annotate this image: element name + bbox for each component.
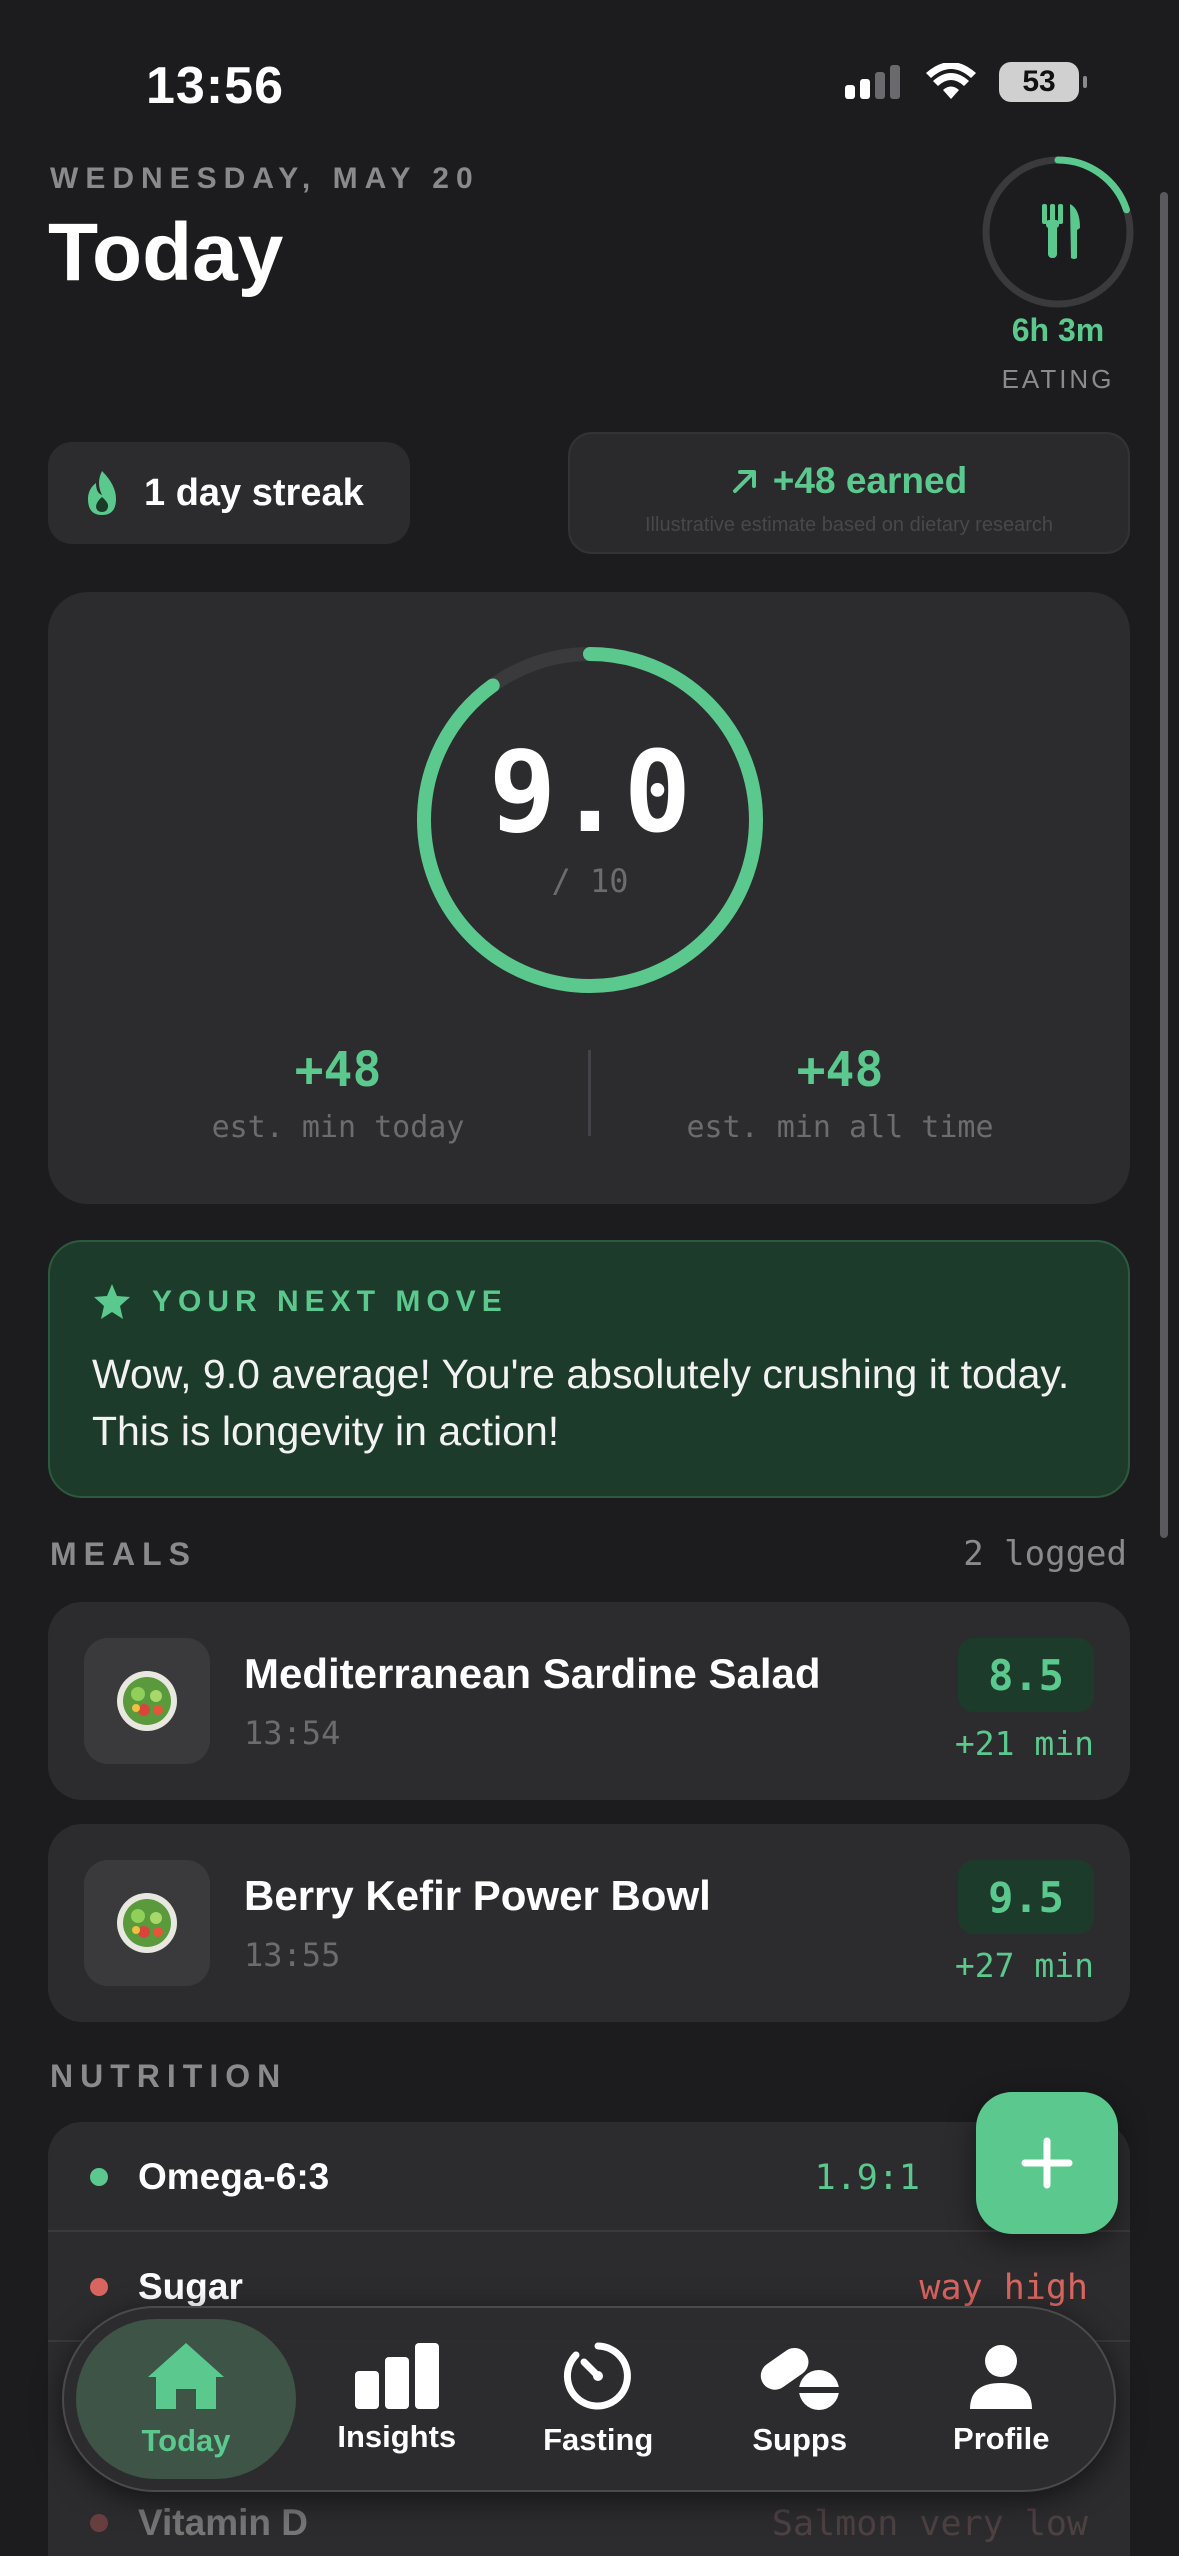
nutrient-value: 1.9:1 [814,2158,920,2198]
streak-label: 1 day streak [144,471,364,514]
eating-timer-label: EATING [1001,364,1115,394]
nutrient-value: way high [919,2268,1088,2308]
next-move-text: Wow, 9.0 average! You're absolutely crus… [92,1351,1070,1454]
status-dot [90,2168,108,2186]
meal-name: Berry Kefir Power Bowl [244,1872,711,1919]
tab-supps[interactable]: Supps [699,2319,901,2479]
plus-icon [1021,2137,1073,2189]
tab-label: Supps [752,2422,848,2457]
status-dot [90,2278,108,2296]
next-move-heading: YOUR NEXT MOVE [92,1282,508,1322]
stat-today-label: est. min today [211,1110,465,1145]
next-move-heading-text: YOUR NEXT MOVE [152,1285,508,1318]
nutrient-name: Omega-6:3 [138,2156,330,2197]
wifi-icon [926,63,976,99]
timer-icon [564,2342,632,2410]
status-time: 13:56 [146,57,284,115]
nutrient-value: Salmon very low [771,2504,1088,2544]
nutrition-section-label: NUTRITION [50,2058,288,2094]
bar-chart-icon [354,2343,439,2409]
meals-count: 2 logged [963,1534,1127,1574]
stat-alltime-label: est. min all time [686,1110,994,1145]
nutrient-name: Sugar [138,2266,243,2307]
meal-score-badge: 9.5 [958,1860,1094,1934]
tab-label: Today [141,2423,231,2458]
cellular-signal-icon [845,65,900,99]
meal-name: Mediterranean Sardine Salad [244,1650,821,1697]
page-title: Today [48,207,284,298]
date-label: WEDNESDAY, MAY 20 [50,162,480,195]
salad-bowl-icon [84,1860,210,1986]
tab-label: Fasting [543,2422,654,2457]
meal-time: 13:55 [244,1936,341,1974]
earned-note: Illustrative estimate based on dietary r… [645,514,1053,536]
nutrient-name: Vitamin D [138,2502,308,2543]
eating-timer-ring[interactable] [980,154,1136,310]
meal-time: 13:54 [244,1714,341,1752]
flame-icon [88,471,116,515]
meal-minutes: +21 min [954,1724,1094,1763]
earned-badge[interactable]: +48 earned Illustrative estimate based o… [568,432,1130,554]
nutrition-row[interactable]: Omega-6:3 1.9:1 [48,2122,1130,2232]
meals-section-label: MEALS [50,1536,197,1572]
score-value: 9.0 [488,728,692,858]
home-icon [148,2343,224,2409]
stat-today-value: +48 [294,1042,382,1098]
stat-divider [588,1050,591,1136]
tab-fasting[interactable]: Fasting [498,2319,700,2479]
meal-score-badge: 8.5 [958,1638,1094,1712]
person-icon [970,2345,1033,2409]
stat-alltime-value: +48 [796,1042,884,1098]
arrow-up-right-icon [732,470,756,493]
meal-card[interactable]: Mediterranean Sardine Salad 13:54 8.5 +2… [48,1602,1130,1800]
meal-minutes: +27 min [954,1946,1094,1985]
status-icons: 53 [845,62,1087,102]
scrollbar[interactable] [1160,192,1168,1538]
eating-timer-time: 6h 3m [1011,312,1105,348]
tab-today[interactable]: Today [76,2319,296,2479]
status-dot [90,2514,108,2532]
fork-knife-icon [1042,204,1080,259]
tab-label: Profile [953,2421,1050,2456]
pill-icon [760,2347,839,2410]
score-max: / 10 [551,862,629,900]
tab-insights[interactable]: Insights [296,2319,498,2479]
streak-badge[interactable]: 1 day streak [48,442,410,544]
tab-bar: Today Insights Fasting Supps Profile [62,2306,1116,2492]
tab-label: Insights [337,2419,457,2454]
earned-label: +48 earned [772,460,968,501]
meal-card[interactable]: Berry Kefir Power Bowl 13:55 9.5 +27 min [48,1824,1130,2022]
battery-indicator: 53 [999,62,1087,102]
salad-bowl-icon [84,1638,210,1764]
add-meal-button[interactable] [976,2092,1118,2234]
tab-profile[interactable]: Profile [901,2319,1103,2479]
star-icon [94,1284,130,1319]
